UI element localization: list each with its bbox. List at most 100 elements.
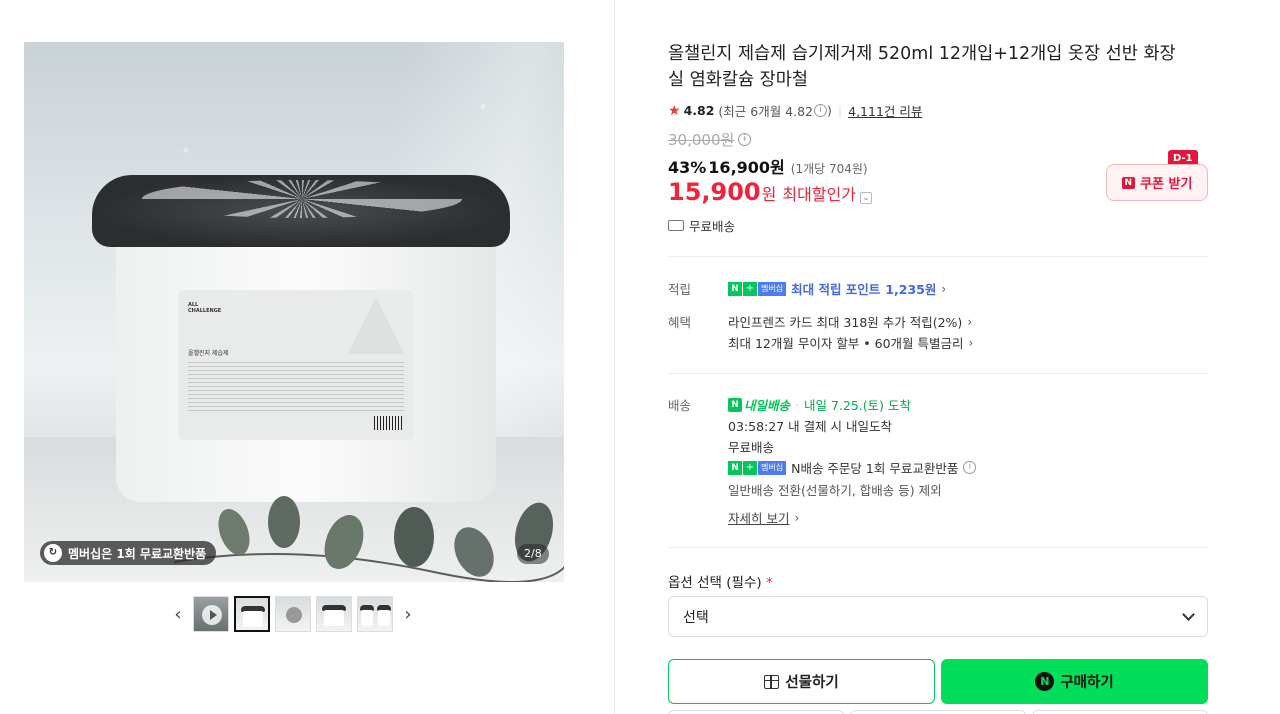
exception-row: 일반배송 전환(선물하기, 합배송 등) 제외 [728,480,942,499]
secondary-button[interactable] [850,710,1026,714]
secondary-button[interactable] [668,710,844,714]
buy-button-label: 구매하기 [1060,675,1114,691]
free-exchange-text: N배송 주문당 1회 무료교환반품 [791,461,959,476]
divider [668,256,1208,257]
thumbnail-3[interactable] [275,596,311,632]
thumbnail-strip: ‹ › [168,596,418,632]
discount-price: 16,900원 [708,158,785,177]
max-discount-row[interactable]: 15,900 원 최대할인가 ⌄ [668,178,872,206]
original-price-text: 30,000원 [668,131,735,149]
detail-link-row[interactable]: 자세히 보기 › [728,508,799,527]
chevron-left-icon[interactable]: ‹ [168,596,188,632]
play-icon [202,605,222,625]
barcode-icon [374,416,404,430]
product-gallery: ALL CHALLENGE 올챌린지 제습제 ↻ 멤버십은 1회 무료교환반품 … [0,0,615,714]
thumbnail-video[interactable] [193,596,229,632]
rating-row: ★ 4.82 (최근 6개월 4.82 i ) | 4,111건 리뷰 [668,101,922,120]
points-row[interactable]: N + 멤버십 최대 적립 포인트 1,235원 › [728,279,946,298]
gift-button-label: 선물하기 [785,675,839,691]
review-count-link[interactable]: 4,111건 리뷰 [848,101,922,120]
installment-text: 최대 12개월 무이자 할부 • 60개월 특별금리 [728,336,964,351]
points-text: 최대 적립 포인트 [791,282,881,297]
discount-row: 43% 16,900원 (1개당 704원) [668,154,868,178]
image-counter: 2/8 [517,544,549,564]
max-discount-won: 원 [761,185,777,204]
required-mark: * [765,575,773,591]
lid-pattern [142,180,462,218]
delivery-label: 배송 [668,398,692,413]
dot-separator: · [795,397,799,412]
detail-link[interactable]: 자세히 보기 [728,508,789,527]
card-benefit-text: 라인프렌즈 카드 최대 318원 추가 적립(2%) [728,315,963,330]
countdown-text: 03:58:27 내 결제 시 내일도착 [728,419,893,434]
npay-icon: N [1035,672,1055,691]
chevron-down-icon[interactable]: ⌄ [859,192,872,204]
exception-text: 일반배송 전환(선물하기, 합배송 등) 제외 [728,483,942,498]
divider [668,547,1208,548]
tomorrow-delivery-row: N 내일배송 · 내일 7.25.(토) 도착 [728,395,911,414]
benefit-label: 혜택 [668,315,692,330]
unit-price: (1개당 704원) [790,162,868,176]
chevron-right-icon: › [941,281,947,296]
divider: | [837,103,843,118]
refresh-icon: ↻ [44,544,62,562]
coupon-label: 쿠폰 받기 [1140,177,1193,192]
gift-button[interactable]: 선물하기 [668,659,935,704]
product-title: 올챌린지 제습제 습기제거제 520ml 12개입+12개입 옷장 선반 화장실… [668,44,1176,90]
label-product-name: 올챌린지 제습제 [188,350,229,357]
product-label: ALL CHALLENGE 올챌린지 제습제 [178,290,414,440]
card-benefit-row[interactable]: 라인프렌즈 카드 최대 318원 추가 적립(2%) › [728,312,972,331]
info-icon[interactable]: i [963,461,977,474]
secondary-button[interactable] [1032,710,1208,714]
divider [668,373,1208,374]
npay-membership-icon: N + 멤버십 [728,281,787,296]
thumbnail-4[interactable] [316,596,352,632]
thumbnail-2[interactable] [234,596,270,632]
gift-icon [764,674,780,689]
label-fine-print [188,362,404,414]
chevron-right-icon: › [794,510,800,525]
max-discount-label: 최대할인가 [782,185,856,204]
secondary-buttons-peek [668,710,1208,714]
thumbnail-5[interactable] [357,596,393,632]
free-shipping-text: 무료배송 [689,219,736,234]
info-icon[interactable]: i [814,104,828,117]
main-product-image[interactable]: ALL CHALLENGE 올챌린지 제습제 [24,42,564,582]
option-selected-value: 선택 [683,609,709,626]
buy-button[interactable]: N 구매하기 [941,659,1208,704]
option-label-text: 옵션 선택 (필수) [668,575,762,591]
original-price: 30,000원 i [668,129,752,150]
membership-badge: ↻ 멤버십은 1회 무료교환반품 [40,541,217,565]
eucalyptus-leaves-decoration [174,496,564,582]
membership-badge-text: 멤버십은 1회 무료교환반품 [68,546,207,561]
discount-percent: 43% [668,158,707,177]
option-label: 옵션 선택 (필수) * [668,571,773,591]
arrival-date: 내일 7.25.(토) 도착 [804,398,912,413]
npay-membership-icon: N + 멤버십 [728,460,787,475]
coupon-n-icon: N [1121,176,1136,189]
free-shipping-row: 무료배송 [668,216,735,235]
disc-graphic [286,607,302,623]
label-triangle-graphic [348,298,404,354]
free-exchange-row: N + 멤버십 N배송 주문당 1회 무료교환반품 i [728,458,977,477]
rating-value: 4.82 [683,103,715,118]
price-info-icon[interactable]: i [738,133,752,146]
installment-row[interactable]: 최대 12개월 무이자 할부 • 60개월 특별금리 › [728,333,973,352]
delivery-free-text: 무료배송 [728,440,775,455]
chevron-down-icon [1182,607,1195,621]
chevron-right-icon[interactable]: › [398,596,418,632]
countdown-row: 03:58:27 내 결제 시 내일도착 [728,416,892,435]
delivery-free-row: 무료배송 [728,437,774,456]
option-select[interactable]: 선택 [668,596,1208,637]
chevron-right-icon: › [968,335,974,350]
rating-recent: (최근 6개월 4.82 [718,104,814,119]
coupon-button[interactable]: N 쿠폰 받기 [1106,164,1208,201]
n-delivery-icon: N [728,397,742,412]
label-brand: ALL CHALLENGE [188,302,222,314]
rating-recent-close: ) [827,103,832,118]
max-discount-price: 15,900 [668,178,761,206]
truck-icon [668,220,684,231]
chevron-right-icon: › [967,314,973,329]
star-icon: ★ [668,102,681,119]
points-value: 1,235원 [885,282,937,297]
